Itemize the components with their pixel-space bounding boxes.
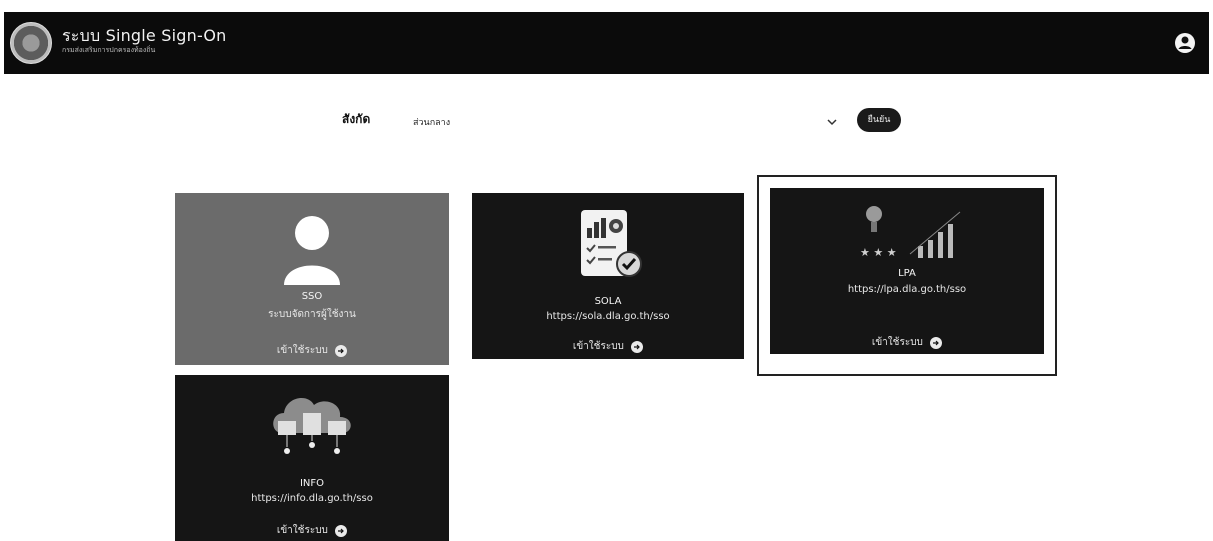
arrow-right-circle-icon — [335, 524, 348, 537]
enter-label: เข้าใช้ระบบ — [276, 345, 328, 356]
cloud-network-icon — [273, 398, 351, 454]
confirm-button[interactable]: ยืนยัน — [857, 108, 901, 132]
card-sso[interactable]: SSO ระบบจัดการผู้ใช้งาน เข้าใช้ระบบ — [175, 193, 449, 365]
card-subtitle: https://sola.dla.go.th/sso — [546, 311, 670, 322]
affiliation-label: สังกัด — [342, 112, 371, 126]
card-sola[interactable]: SOLA https://sola.dla.go.th/sso เข้าใช้ร… — [472, 193, 744, 359]
department-logo — [10, 22, 52, 64]
svg-text:★ ★ ★: ★ ★ ★ — [860, 246, 897, 259]
arrow-right-circle-icon — [631, 340, 644, 353]
arrow-right-circle-icon — [335, 344, 348, 357]
enter-system-link[interactable]: เข้าใช้ระบบ — [175, 523, 449, 538]
affiliation-select[interactable]: ส่วนกลาง — [405, 109, 845, 135]
enter-system-link[interactable]: เข้าใช้ระบบ — [175, 343, 449, 358]
enter-label: เข้าใช้ระบบ — [276, 525, 328, 536]
enter-label: เข้าใช้ระบบ — [572, 341, 624, 352]
card-title: INFO — [299, 478, 325, 489]
user-icon — [284, 216, 340, 285]
top-navbar: ระบบ Single Sign-On กรมส่งเสริมการปกครอง… — [4, 12, 1209, 74]
arrow-right-circle-icon — [930, 336, 943, 349]
card-info[interactable]: INFO https://info.dla.go.th/sso เข้าใช้ร… — [175, 375, 449, 541]
award-rating-icon: ★ ★ ★ — [860, 206, 961, 259]
enter-system-link[interactable]: เข้าใช้ระบบ — [472, 339, 744, 354]
chevron-down-icon — [827, 119, 837, 126]
enter-system-link[interactable]: เข้าใช้ระบบ — [770, 335, 1044, 350]
app-subtitle: กรมส่งเสริมการปกครองท้องถิ่น — [62, 46, 156, 54]
card-title: LPA — [898, 268, 916, 279]
checklist-report-icon — [581, 210, 642, 277]
card-subtitle: https://info.dla.go.th/sso — [251, 493, 373, 504]
enter-label: เข้าใช้ระบบ — [871, 337, 923, 348]
card-title: SSO — [301, 291, 323, 302]
user-circle-icon[interactable] — [1173, 31, 1197, 55]
affiliation-select-value: ส่วนกลาง — [413, 118, 451, 128]
card-title: SOLA — [594, 296, 622, 307]
card-lpa[interactable]: ★ ★ ★ LPA https://lpa.dla.go.th/sso เข้า… — [770, 188, 1044, 354]
card-subtitle: ระบบจัดการผู้ใช้งาน — [268, 309, 356, 320]
card-subtitle: https://lpa.dla.go.th/sso — [847, 284, 967, 295]
